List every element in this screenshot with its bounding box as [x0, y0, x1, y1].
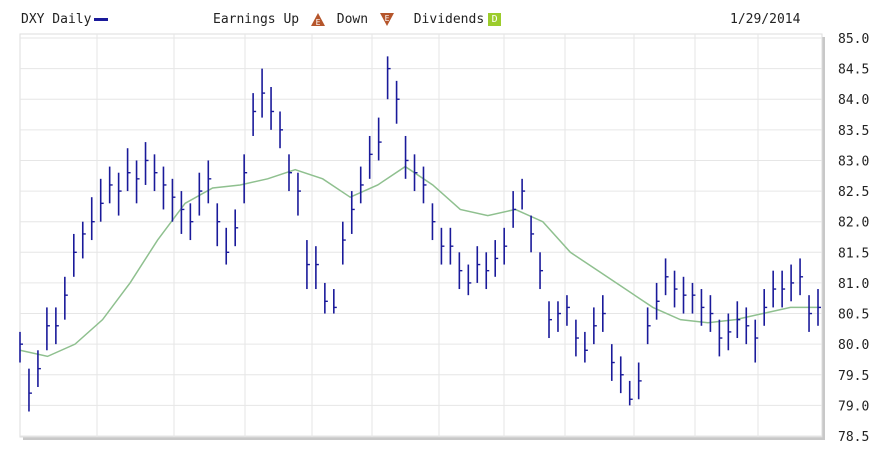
- y-tick-label: 81.0: [838, 277, 869, 292]
- plot-area: [19, 33, 823, 438]
- y-tick-label: 84.5: [838, 63, 869, 78]
- y-tick-label: 79.0: [838, 399, 869, 414]
- y-tick-label: 80.0: [838, 338, 869, 353]
- y-tick-label: 82.5: [838, 185, 869, 200]
- price-chart: 85.0 84.5 84.0 83.5 83.0 82.5 82.0 81.5 81.0 80.5…: [19, 32, 869, 445]
- y-tick-label: 83.0: [838, 154, 869, 169]
- y-tick-label: 84.0: [838, 93, 869, 108]
- y-tick-label: 78.5: [838, 430, 869, 445]
- y-tick-label: 80.5: [838, 308, 869, 323]
- y-tick-label: 85.0: [838, 32, 869, 47]
- y-tick-label: 83.5: [838, 124, 869, 139]
- y-tick-label: 82.0: [838, 216, 869, 231]
- y-tick-label: 81.5: [838, 246, 869, 261]
- y-tick-label: 79.5: [838, 369, 869, 384]
